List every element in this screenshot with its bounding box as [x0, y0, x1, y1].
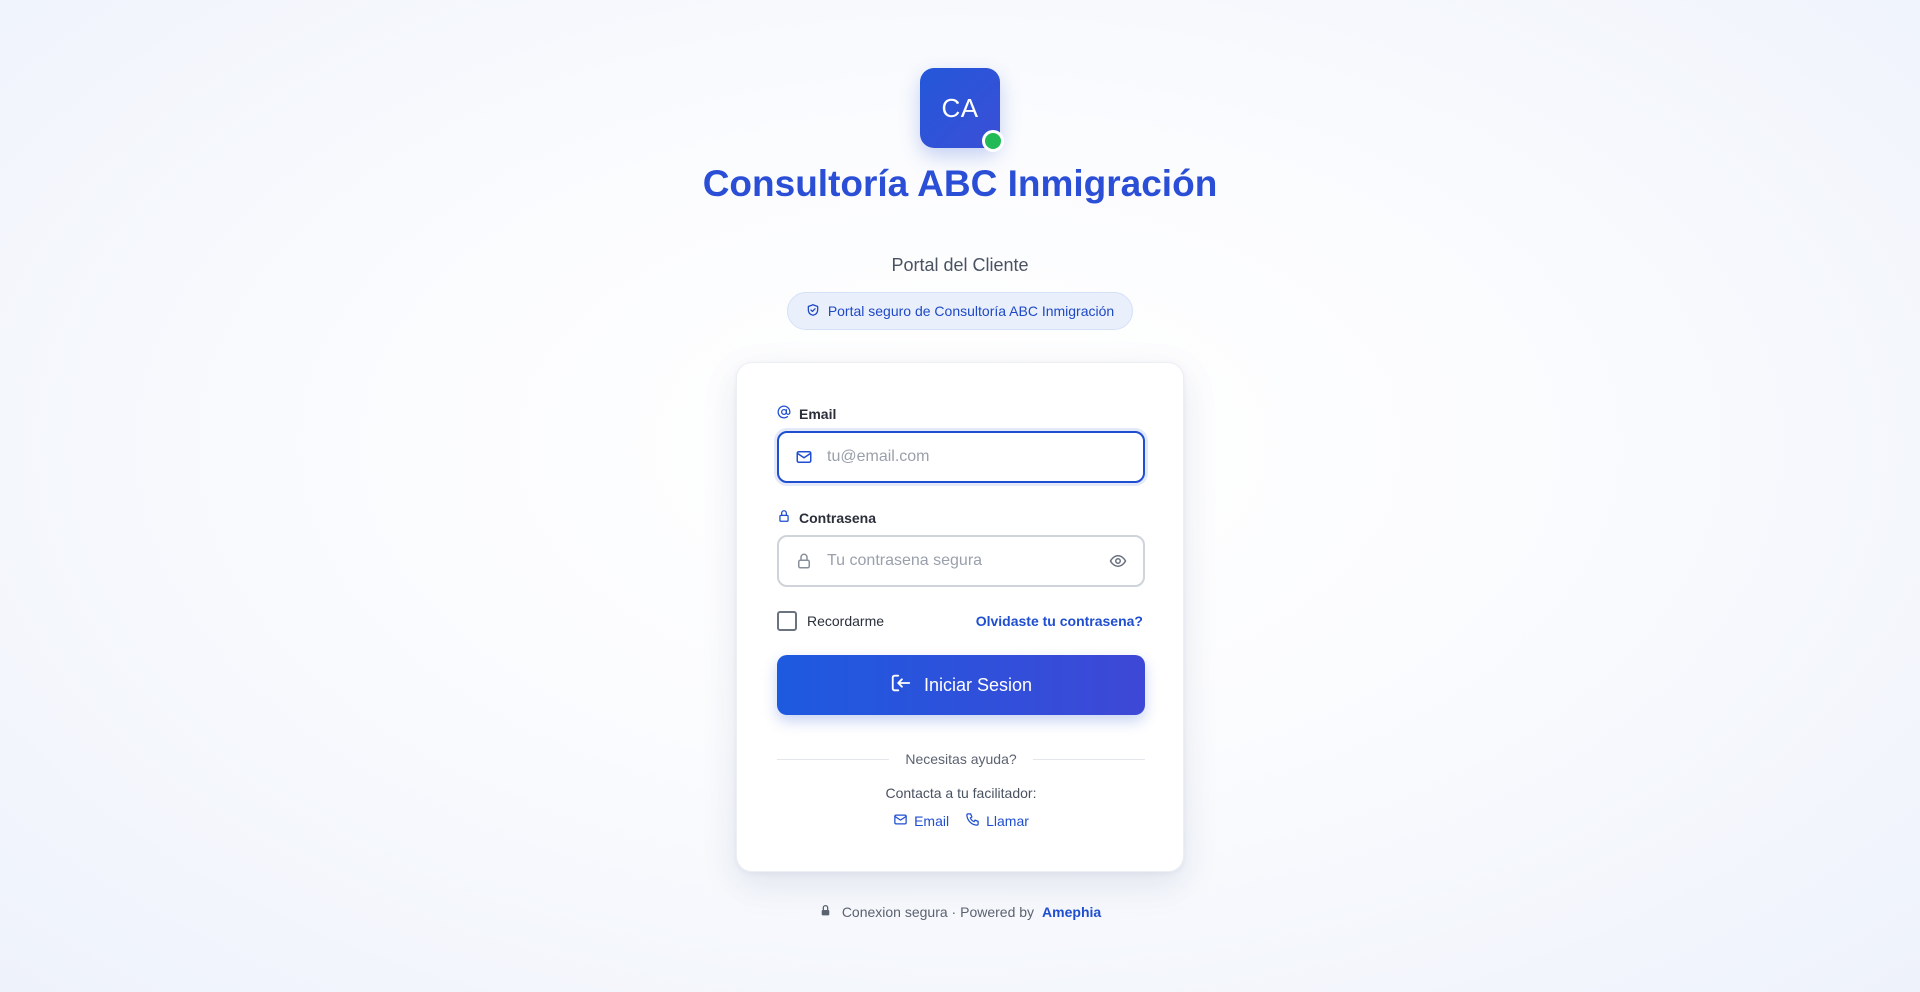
mail-icon	[893, 812, 908, 830]
footer-secure-text: Conexion segura · Powered by	[841, 904, 1035, 920]
email-input[interactable]	[827, 433, 1131, 481]
remember-label: Recordarme	[807, 613, 885, 629]
password-label: Contrasena	[777, 509, 876, 526]
secure-portal-badge: Portal seguro de Consultoría ABC Inmigra…	[787, 292, 1133, 330]
remember-checkbox[interactable]	[777, 611, 797, 631]
contact-links: Email Llamar	[737, 812, 1185, 830]
password-input[interactable]	[827, 537, 1095, 585]
online-status-dot	[982, 130, 1004, 152]
lock-icon	[795, 552, 813, 570]
mail-icon	[795, 448, 813, 466]
at-icon	[777, 405, 791, 422]
brand-logo: CA	[920, 68, 1004, 152]
password-label-text: Contrasena	[799, 509, 877, 526]
email-label-text: Email	[799, 405, 837, 422]
powered-by-link[interactable]: Amephia	[1042, 904, 1101, 920]
help-divider-text: Necesitas ayuda?	[905, 751, 1017, 767]
logo-initials: CA	[941, 92, 979, 123]
page-subtitle: Portal del Cliente	[891, 255, 1029, 275]
email-label: Email	[777, 405, 836, 422]
divider-line	[1032, 758, 1146, 760]
forgot-password-link[interactable]: Olvidaste tu contrasena?	[976, 613, 1143, 629]
secure-badge-text: Portal seguro de Consultoría ABC Inmigra…	[827, 303, 1115, 319]
lock-icon	[819, 904, 836, 920]
page-title: Consultoría ABC Inmigración	[702, 163, 1218, 204]
contact-text: Contacta a tu facilitador:	[885, 785, 1037, 801]
lock-icon	[777, 509, 791, 526]
footer: Conexion segura · Powered by Amephia	[660, 904, 1260, 920]
help-divider: Necesitas ayuda?	[777, 749, 1146, 769]
contact-email-label: Email	[914, 813, 950, 829]
divider-line	[777, 758, 890, 760]
remember-me[interactable]: Recordarme	[777, 611, 884, 631]
shield-check-icon	[806, 303, 820, 320]
phone-icon	[965, 812, 980, 830]
login-button[interactable]: Iniciar Sesion	[777, 655, 1145, 715]
contact-call-label: Llamar	[986, 813, 1029, 829]
password-field-wrapper	[777, 535, 1145, 587]
login-button-label: Iniciar Sesion	[923, 674, 1033, 695]
login-card: Email Contrasena	[736, 362, 1184, 872]
login-icon	[890, 672, 912, 699]
eye-icon[interactable]	[1107, 550, 1129, 572]
login-page: CA Consultoría ABC Inmigración Portal de…	[0, 0, 1920, 992]
contact-email-link[interactable]: Email	[893, 812, 949, 830]
email-field-wrapper	[777, 431, 1145, 483]
contact-call-link[interactable]: Llamar	[965, 812, 1029, 830]
